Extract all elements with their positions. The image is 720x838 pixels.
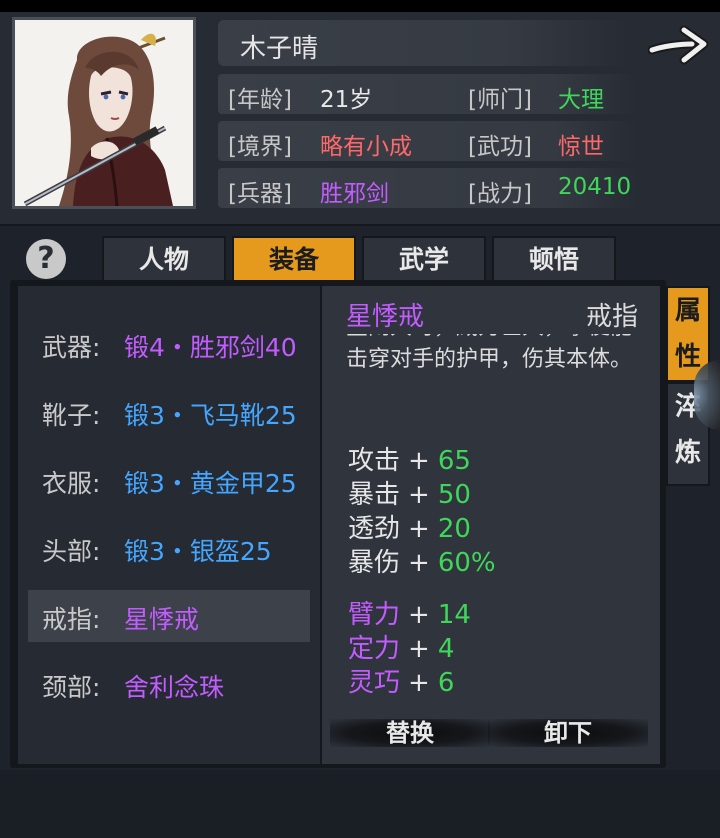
sect-value: 大理: [558, 87, 604, 113]
stat-plus: +: [408, 480, 430, 510]
stat-row: 定力 +4: [348, 632, 454, 666]
stat-label: 攻击: [348, 446, 401, 476]
slot-weapon[interactable]: 武器: 锻4・胜邪剑40: [28, 318, 310, 370]
stat-row: 暴击 +50: [348, 478, 471, 512]
stat-label: 暴伤: [348, 548, 401, 578]
slot-label: 靴子:: [42, 401, 101, 430]
weapon-value: 胜邪剑: [320, 181, 389, 207]
replace-button[interactable]: 替换: [330, 713, 490, 753]
replace-label: 替换: [386, 718, 434, 747]
power-label: [战力]: [468, 181, 532, 207]
side-tab-char: 炼: [674, 438, 701, 468]
weapon-label: [兵器]: [228, 181, 292, 207]
item-description: 星闹大时，威力巨大，拳便能击穿对手的护甲，伤其本体。: [346, 334, 633, 372]
stat-row: 攻击 +65: [348, 444, 471, 478]
stat-plus: +: [408, 548, 430, 578]
stat-plus: +: [408, 446, 430, 476]
slot-label: 戒指:: [42, 605, 101, 634]
slot-value: 锻3・飞马靴25: [124, 401, 297, 430]
stat-value: 20: [437, 514, 471, 544]
stat-row: 臂力 +14: [348, 598, 471, 632]
help-icon: ?: [37, 241, 55, 276]
slot-label: 武器:: [42, 333, 101, 362]
slot-value: 锻3・黄金甲25: [124, 469, 297, 498]
slot-boots[interactable]: 靴子: 锻3・飞马靴25: [28, 386, 310, 438]
item-name: 星悸戒: [346, 302, 425, 332]
slot-head[interactable]: 头部: 锻3・银盔25: [28, 522, 310, 574]
slot-label: 颈部:: [42, 673, 101, 702]
help-button[interactable]: ?: [26, 239, 66, 279]
stat-value: 65: [437, 446, 471, 476]
stat-row: 暴伤 +60%: [348, 546, 496, 580]
equipment-slot-list: 武器: 锻4・胜邪剑40 靴子: 锻3・飞马靴25 衣服: 锻3・黄金甲25 头…: [18, 286, 320, 764]
unequip-label: 卸下: [544, 718, 592, 747]
stat-label: 暴击: [348, 480, 401, 510]
stat-label: 透劲: [348, 514, 401, 544]
tab-martial-arts[interactable]: 武学: [362, 236, 486, 284]
stat-row: 透劲 +20: [348, 512, 471, 546]
stat-value: 60%: [437, 548, 496, 578]
martial-value: 惊世: [558, 134, 604, 160]
stat-value: 50: [437, 480, 471, 510]
martial-label: [武功]: [468, 134, 532, 160]
slot-value: 星悸戒: [124, 605, 200, 634]
stat-label: 臂力: [348, 600, 401, 630]
portrait-illustration: [15, 20, 193, 206]
power-value: 20410: [558, 174, 632, 200]
stat-plus: +: [408, 634, 430, 664]
slot-value: 舍利念珠: [124, 673, 225, 702]
stat-plus: +: [408, 514, 430, 544]
realm-label: [境界]: [228, 134, 292, 160]
sect-label: [师门]: [468, 87, 532, 113]
stat-label: 定力: [348, 634, 401, 664]
character-portrait: [12, 17, 196, 209]
slot-value: 锻3・银盔25: [124, 537, 272, 566]
stat-plus: +: [408, 600, 430, 630]
age-value: 21岁: [320, 87, 373, 113]
arrow-right-icon: [647, 25, 709, 65]
stat-plus: +: [408, 668, 430, 698]
item-type: 戒指: [586, 302, 639, 332]
next-arrow-button[interactable]: [647, 24, 710, 68]
tab-enlightenment[interactable]: 顿悟: [492, 236, 616, 284]
realm-value: 略有小成: [320, 134, 412, 160]
side-tab-char: 属: [674, 296, 701, 326]
tab-equipment[interactable]: 装备: [232, 236, 356, 284]
stat-label: 灵巧: [348, 668, 401, 698]
slot-label: 头部:: [42, 537, 101, 566]
stat-value: 4: [437, 634, 455, 664]
stat-row: 灵巧 +6: [348, 666, 454, 700]
slot-ring[interactable]: 戒指: 星悸戒: [28, 590, 310, 642]
slot-value: 锻4・胜邪剑40: [124, 333, 297, 362]
age-label: [年龄]: [228, 87, 292, 113]
bottom-area: [0, 770, 720, 838]
stat-value: 14: [437, 600, 471, 630]
slot-label: 衣服:: [42, 469, 101, 498]
item-description-scroll[interactable]: 星闹大时，威力巨大，拳便能击穿对手的护甲，伤其本体。: [346, 334, 646, 426]
unequip-button[interactable]: 卸下: [488, 713, 648, 753]
slot-neck[interactable]: 颈部: 舍利念珠: [28, 658, 310, 710]
tab-character[interactable]: 人物: [102, 236, 226, 284]
top-bar: [0, 0, 720, 12]
slot-armor[interactable]: 衣服: 锻3・黄金甲25: [28, 454, 310, 506]
character-name: 木子晴: [240, 34, 319, 64]
stat-value: 6: [437, 668, 455, 698]
